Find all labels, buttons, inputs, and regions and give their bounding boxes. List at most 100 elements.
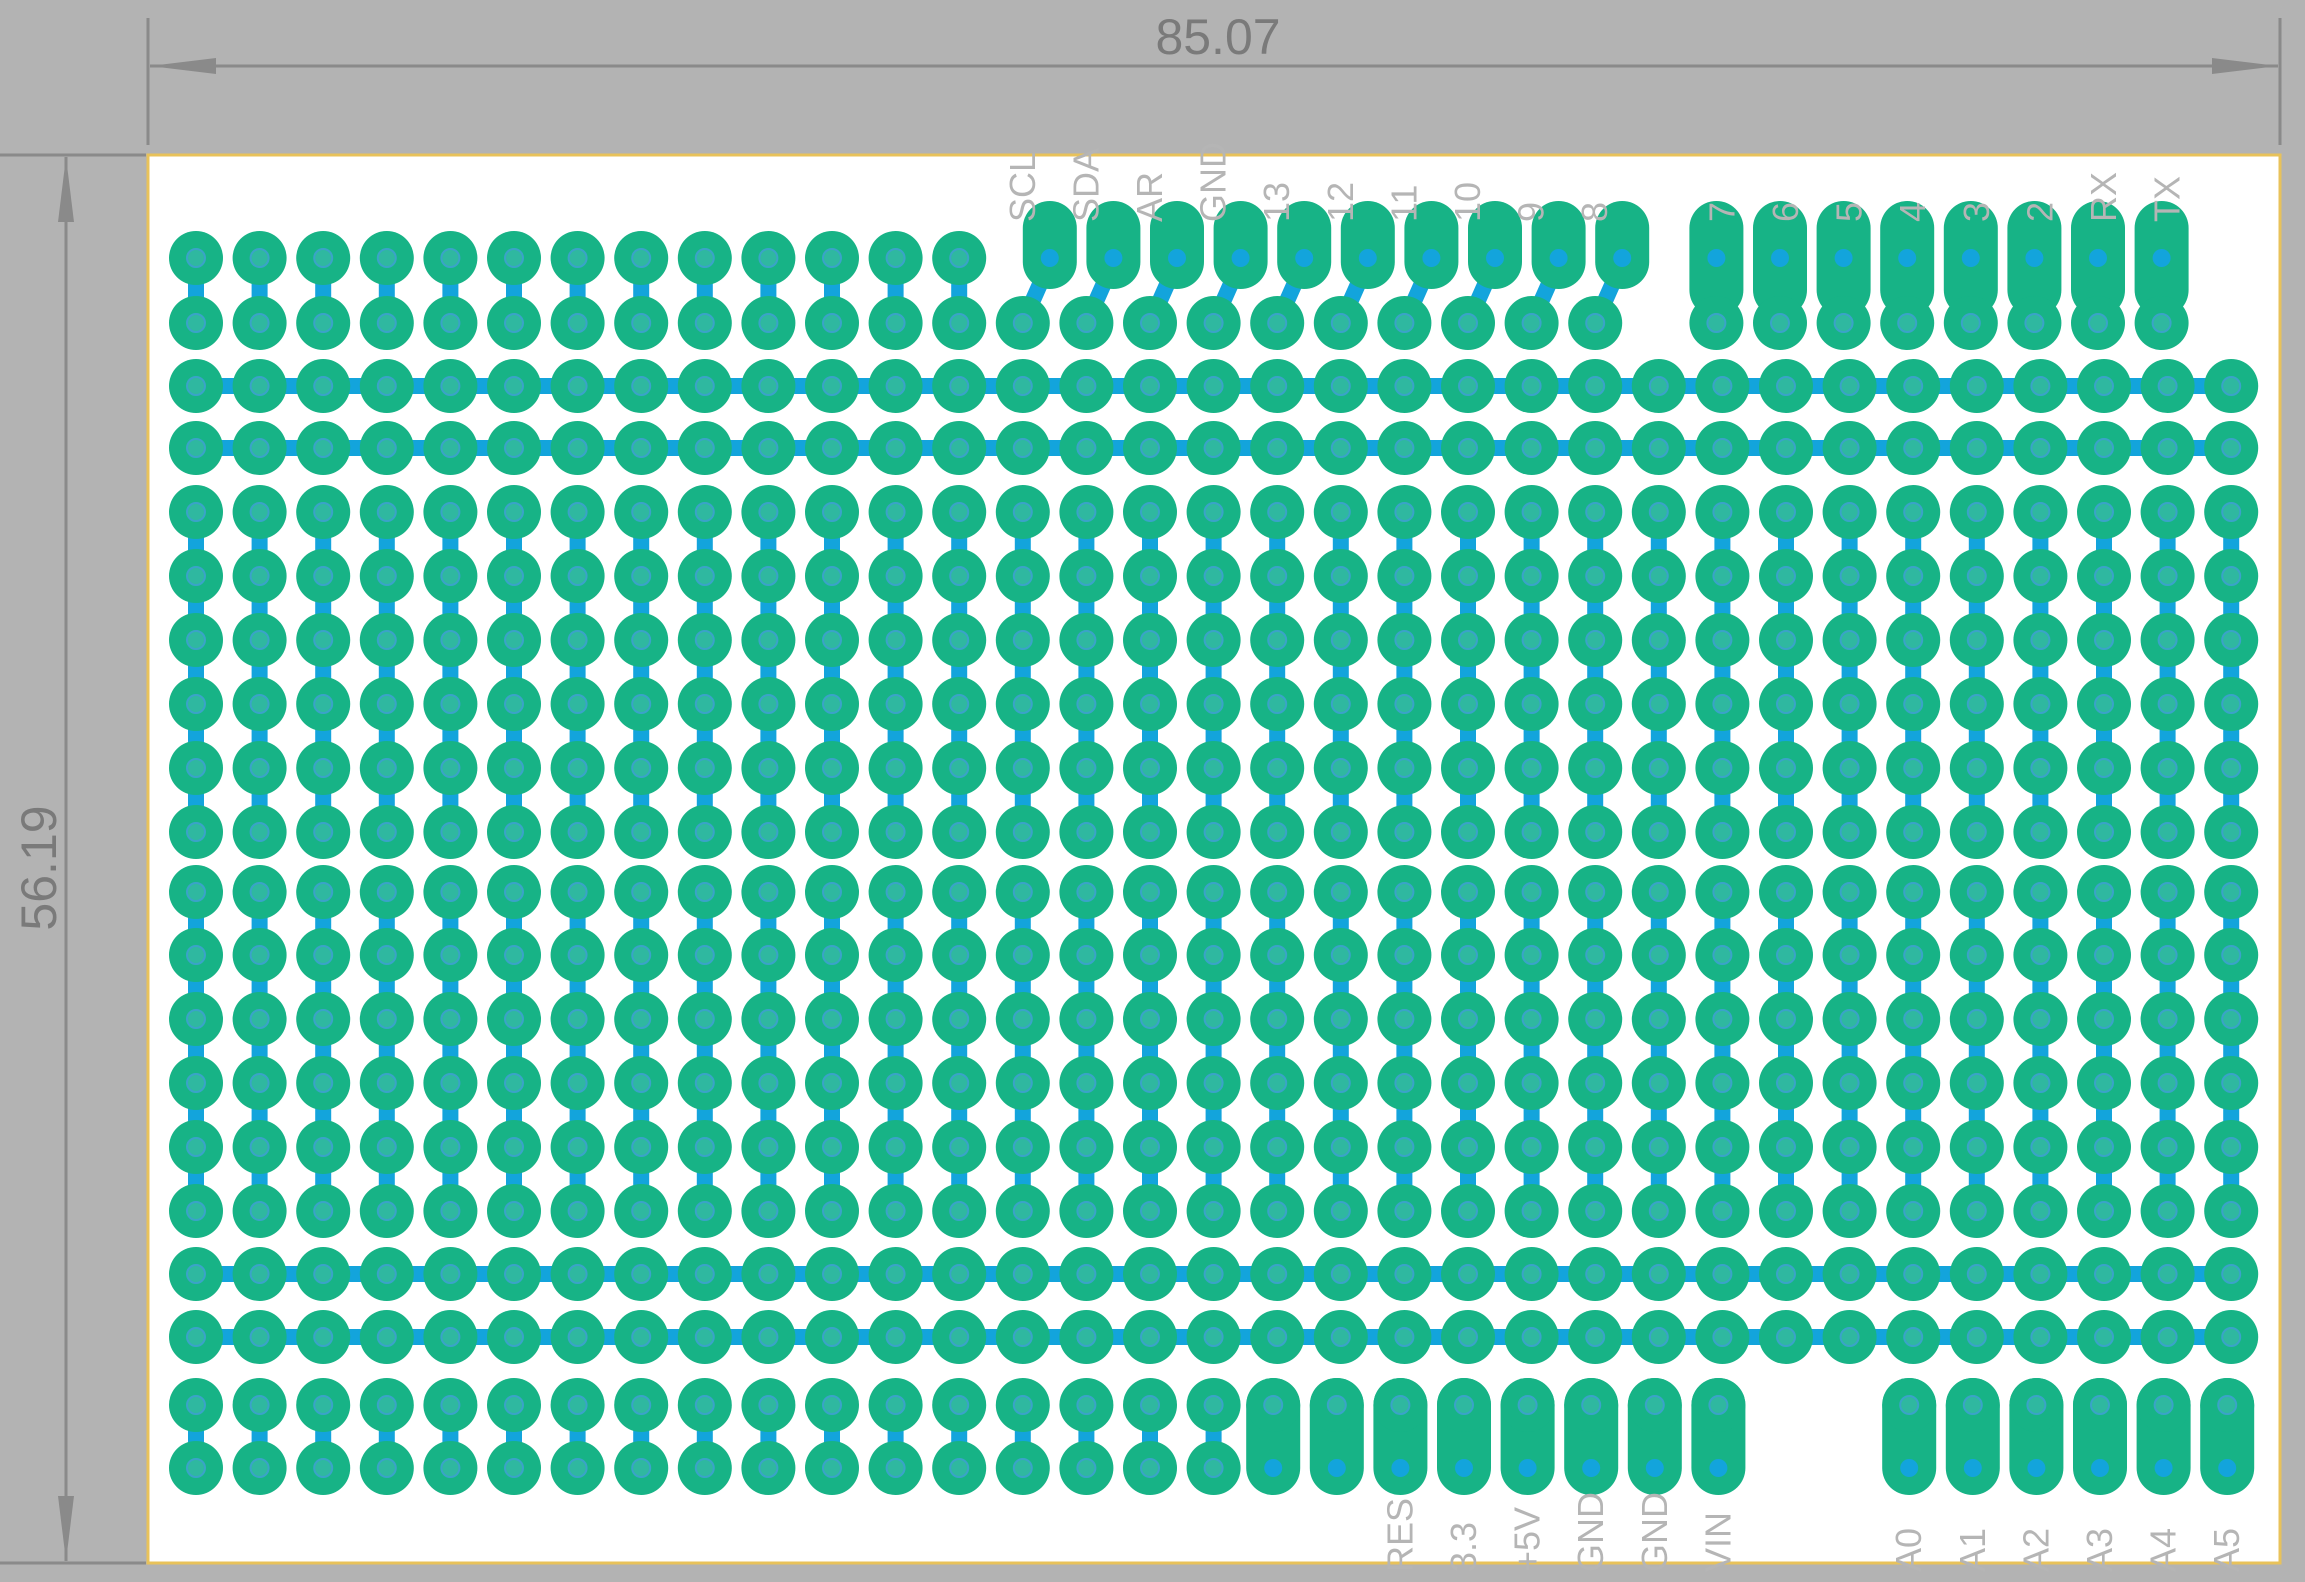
pad-drill <box>313 502 334 522</box>
pad-drill <box>1833 313 1854 333</box>
pad-drill <box>2094 1201 2114 1221</box>
pad-drill <box>631 945 652 965</box>
pad-drill <box>1330 1137 1351 1157</box>
pad-drill <box>1712 438 1733 458</box>
pad-drill <box>1648 694 1669 714</box>
pad-drill <box>249 566 270 586</box>
pad-drill <box>631 566 652 586</box>
pad-drill <box>1267 438 1288 458</box>
pad-drill <box>758 1264 779 1284</box>
header-drill <box>1358 249 1377 267</box>
pad-drill <box>376 758 397 778</box>
pad-drill <box>1140 566 1160 586</box>
header-drill <box>1231 249 1250 267</box>
pad-drill <box>1903 1201 1924 1221</box>
pad-drill <box>504 438 524 458</box>
pad-drill <box>822 1201 842 1221</box>
header-drill <box>1961 249 1980 267</box>
pad-drill <box>1458 1201 1478 1221</box>
pad-drill <box>694 313 715 333</box>
pad-drill <box>1076 1201 1097 1221</box>
pad-drill <box>2030 694 2051 714</box>
pad-drill <box>1458 1264 1478 1284</box>
pad-drill <box>2088 313 2108 333</box>
pad-drill <box>440 438 461 458</box>
pad-drill <box>249 502 270 522</box>
pad-drill <box>1394 1327 1415 1347</box>
header-drill <box>1582 1459 1601 1477</box>
pad-drill <box>2157 438 2178 458</box>
pad-drill <box>1140 1009 1160 1029</box>
pad-drill <box>376 822 397 842</box>
pad-drill <box>186 566 206 586</box>
pad-drill <box>440 1327 461 1347</box>
pad-drill <box>1648 630 1669 650</box>
pad-drill <box>2221 376 2242 396</box>
pad-drill <box>885 502 906 522</box>
pad-drill <box>885 822 906 842</box>
pad-drill <box>313 1264 334 1284</box>
header-drill <box>1709 1459 1728 1477</box>
pad-drill <box>1712 1201 1733 1221</box>
pad-drill <box>1267 822 1288 842</box>
bottom-header-label: 3.3 <box>1443 1522 1484 1572</box>
pad-drill <box>758 502 779 522</box>
pad-drill <box>504 566 524 586</box>
pad-drill <box>1966 758 1987 778</box>
width-dimension: 85.07 <box>146 9 2282 145</box>
pad-drill <box>376 438 397 458</box>
pad-drill <box>1012 313 1033 333</box>
pad-drill <box>1521 566 1542 586</box>
top-header-label: TX <box>2147 176 2188 222</box>
pad-drill <box>1521 630 1542 650</box>
pad-drill <box>376 694 397 714</box>
pad-drill <box>249 438 270 458</box>
pad-drill <box>313 248 334 268</box>
pad-drill <box>376 1073 397 1093</box>
pad-drill <box>758 1327 779 1347</box>
pad-drill <box>1203 1201 1224 1221</box>
pad-drill <box>885 945 906 965</box>
pad-drill <box>822 758 842 778</box>
pad-drill <box>694 882 715 902</box>
pad-drill <box>1076 1395 1097 1415</box>
pad-drill <box>694 1201 715 1221</box>
pad-drill <box>1585 694 1606 714</box>
pad-drill <box>313 1395 334 1415</box>
header-drill <box>1422 249 1441 267</box>
pad-drill <box>1839 1009 1860 1029</box>
pad-drill <box>1330 1073 1351 1093</box>
pad-drill <box>567 1395 588 1415</box>
pad-drill <box>1581 1395 1602 1415</box>
bottom-header-label: +5V <box>1507 1507 1548 1572</box>
pad-drill <box>1394 694 1415 714</box>
pad-drill <box>1903 758 1924 778</box>
pad-drill <box>1712 376 1733 396</box>
pad-drill <box>694 438 715 458</box>
pad-drill <box>1458 1327 1478 1347</box>
top-header-label: RX <box>2083 172 2124 222</box>
pad-drill <box>2157 502 2178 522</box>
pad-drill <box>2094 694 2114 714</box>
pad-drill <box>1966 566 1987 586</box>
pad-drill <box>504 882 524 902</box>
pad-drill <box>1012 1073 1033 1093</box>
pad-drill <box>1966 822 1987 842</box>
pad-drill <box>2221 882 2242 902</box>
pad-drill <box>631 248 652 268</box>
pad-drill <box>1076 1458 1097 1478</box>
pad-drill <box>949 1201 970 1221</box>
pad-drill <box>2094 438 2114 458</box>
pad-drill <box>758 1137 779 1157</box>
pad-drill <box>758 945 779 965</box>
pad-drill <box>186 882 206 902</box>
pad-drill <box>1962 1395 1983 1415</box>
pad-drill <box>822 822 842 842</box>
pad-drill <box>249 945 270 965</box>
height-dimension-label: 56.19 <box>11 805 67 930</box>
header-drill <box>1168 249 1186 267</box>
pad-drill <box>694 1137 715 1157</box>
pad-drill <box>1966 630 1987 650</box>
pad-drill <box>949 1395 970 1415</box>
pad-drill <box>440 882 461 902</box>
